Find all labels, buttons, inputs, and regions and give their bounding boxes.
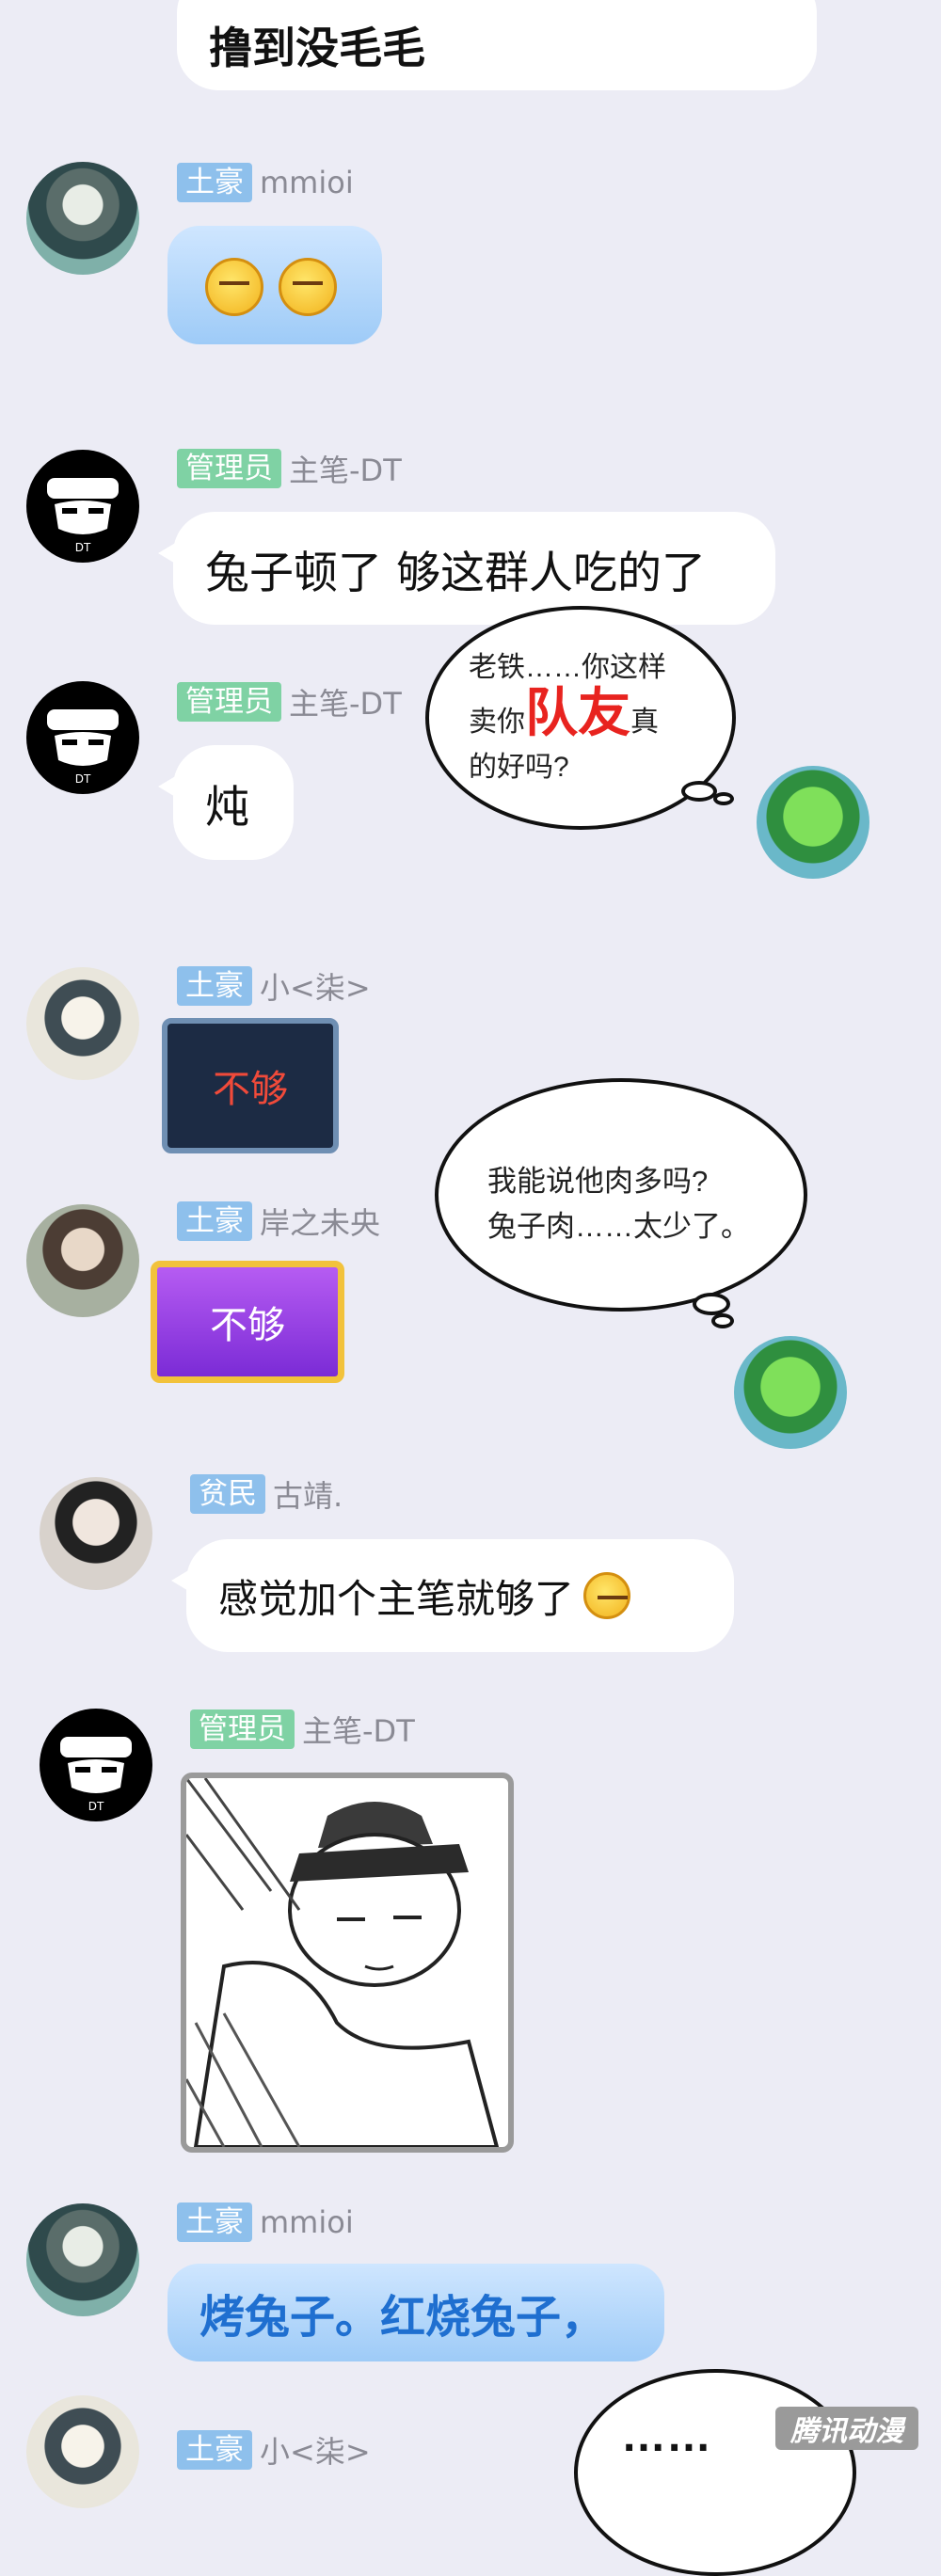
thought-line: 的好吗? [469,752,569,783]
sender-name: 主笔-DT [289,453,402,488]
user-avatar[interactable] [40,1477,152,1590]
thought-text: 我能说他肉多吗? 兔子肉……太少了。 [487,1159,750,1249]
plant-character-avatar [757,766,869,879]
message-text: 烤兔子。红烧兔子， [199,2291,607,2344]
thought-dot [681,781,717,802]
role-badge: 管理员 [190,1709,295,1749]
plant-character-avatar [734,1336,847,1449]
sender-name-row: 土豪 岸之未央 [177,1201,380,1242]
message-bubble[interactable]: 烤兔子。红烧兔子， [167,2264,664,2361]
sender-name: mmioi [260,2204,354,2240]
smirk-emoji-icon [583,1572,631,1619]
thought-text: …… [621,2411,711,2461]
sender-name-row: 土豪 mmioi [177,162,354,203]
user-avatar[interactable] [26,162,139,275]
message-bubble[interactable]: 感觉加个主笔就够了 [171,1539,734,1652]
role-badge: 土豪 [177,966,252,1006]
role-badge: 管理员 [177,682,281,722]
message-text: 兔子顿了 够这群人吃的了 [205,547,706,599]
thought-line: 卖你队友真 [469,687,666,745]
user-avatar[interactable]: DT [26,681,139,794]
message-bubble[interactable]: 兔子顿了 够这群人吃的了 [158,512,775,625]
comic-drawing [186,1778,500,2147]
sender-name: mmioi [260,165,354,200]
thought-bubble: 我能说他肉多吗? 兔子肉……太少了。 [435,1078,807,1312]
thought-bubble: …… [574,2369,856,2576]
smirk-emoji-icon [279,258,337,316]
sticker-text: 不够 [210,1304,285,1347]
sticker-image[interactable]: 不够 [151,1261,344,1383]
message-text: 撸到没毛毛 [209,23,425,73]
role-badge: 管理员 [177,449,281,488]
role-badge: 土豪 [177,2430,252,2470]
sender-name-row: 管理员 主笔-DT [177,681,402,723]
sender-name: 岸之未央 [260,1205,381,1241]
user-avatar[interactable]: DT [26,450,139,563]
sender-name: 古靖. [273,1478,343,1514]
thought-fragment: 真 [630,707,659,738]
svg-text:DT: DT [75,772,91,786]
role-badge: 土豪 [177,2202,252,2242]
user-avatar[interactable]: DT [40,1709,152,1821]
emphasis-text: 队友 [525,683,630,742]
sender-name: 小<柒> [260,2434,371,2470]
sender-name: 主笔-DT [302,1713,415,1749]
user-avatar[interactable] [26,1204,139,1317]
sender-name-row: 管理员 主笔-DT [177,448,402,489]
role-badge: 土豪 [177,163,252,202]
sender-name: 小<柒> [260,970,371,1006]
sticker-text: 不够 [213,1068,288,1111]
message-bubble[interactable]: 撸到没毛毛 [177,0,817,90]
sender-name-row: 贫民 古靖. [190,1473,343,1515]
thought-line: 我能说他肉多吗? [487,1165,709,1198]
shared-image[interactable] [181,1773,514,2153]
svg-text:DT: DT [75,541,91,554]
thought-dot [711,1313,734,1328]
thought-fragment: 卖你 [469,707,525,738]
sender-name-row: 土豪 小<柒> [177,965,371,1007]
watermark-text: 腾讯动漫 [790,2415,903,2448]
role-badge: 土豪 [177,1201,252,1241]
sticker-image[interactable]: 不够 [162,1018,339,1153]
sender-name-row: 土豪 mmioi [177,2202,354,2243]
sender-name-row: 管理员 主笔-DT [190,1709,415,1750]
thought-dot [693,1293,730,1315]
watermark-logo: 腾讯动漫 [775,2407,918,2450]
thought-text: 老铁……你这样 卖你队友真 的好吗? [469,645,666,790]
smirk-emoji-icon [205,258,263,316]
user-avatar[interactable] [26,2203,139,2316]
message-text: 感觉加个主笔就够了 [218,1575,575,1622]
svg-text:DT: DT [88,1800,104,1813]
message-text: 炖 [205,781,249,834]
message-bubble[interactable]: 炖 [158,745,294,860]
sender-name: 主笔-DT [289,686,402,722]
user-avatar[interactable] [26,967,139,1080]
thought-dot [713,792,734,805]
sender-name-row: 土豪 小<柒> [177,2429,371,2471]
message-bubble[interactable] [167,226,382,344]
role-badge: 贫民 [190,1474,265,1514]
thought-line: 兔子肉……太少了。 [487,1210,750,1243]
user-avatar[interactable] [26,2395,139,2508]
